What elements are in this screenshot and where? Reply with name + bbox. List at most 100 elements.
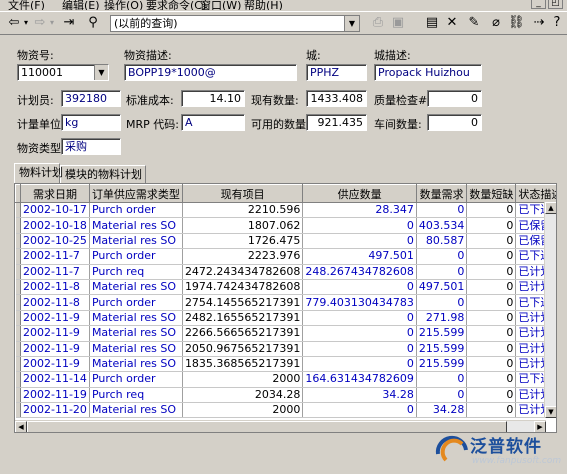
col-header-date[interactable]: 需求日期 [20, 184, 90, 203]
cell-projected[interactable]: 2266.566565217391 [182, 325, 304, 342]
table-row[interactable]: 2002-11-9 Material res SO 2266.56656521739… [15, 325, 556, 342]
cell-demand-qty[interactable]: 215.599 [416, 341, 468, 357]
cell-type[interactable]: Material res SO [89, 233, 183, 250]
col-header-status[interactable]: 状态描述 [515, 184, 556, 203]
cell-projected[interactable]: 1974.742434782608 [182, 279, 304, 296]
table-row[interactable]: 2002-10-25 Material res SO 1726.475 0 80.587… [15, 233, 556, 250]
table-row[interactable]: 2002-11-9 Material res SO 2050.96756521739… [15, 341, 556, 357]
cell-projected[interactable]: 2223.976 [182, 248, 304, 265]
binoculars-icon[interactable]: ⚲ [84, 15, 102, 31]
cell-projected[interactable]: 2050.967565217391 [182, 341, 304, 357]
cell-type[interactable]: Purch order [89, 202, 183, 219]
cell-shortage[interactable]: 0 [466, 341, 517, 357]
cell-shortage[interactable]: 0 [466, 387, 517, 404]
cell-demand-qty[interactable]: 0 [416, 294, 468, 311]
cell-shortage[interactable]: 0 [466, 264, 517, 280]
cell-date[interactable]: 2002-11-9 [20, 356, 90, 373]
table-row[interactable]: 2002-11-7 Purch req 2472.243434782608 248.2… [15, 264, 556, 280]
cell-demand-qty[interactable]: 215.599 [416, 356, 468, 373]
cell-demand-qty[interactable]: 0 [416, 202, 468, 219]
cell-date[interactable]: 2002-11-9 [20, 341, 90, 357]
cell-date[interactable]: 2002-11-7 [20, 264, 90, 280]
print-icon[interactable]: ⎙ [370, 15, 386, 31]
goto-icon[interactable]: ⇥ [62, 15, 76, 31]
cell-supply-qty[interactable]: 0 [302, 402, 417, 419]
cell-supply-qty[interactable]: 248.267434782608 [302, 264, 417, 280]
menu-action[interactable]: 操作(O) [104, 0, 143, 10]
item-type-field[interactable]: 采购 [61, 138, 121, 155]
std-cost-field[interactable]: 14.10 [181, 90, 245, 107]
cell-demand-qty[interactable]: 497.501 [416, 279, 468, 296]
cell-projected[interactable]: 2482.165565217391 [182, 310, 304, 327]
cell-shortage[interactable]: 0 [466, 310, 517, 327]
cell-supply-qty[interactable]: 0 [302, 341, 417, 357]
table-row[interactable]: 2002-11-7 Purch order 2223.976 497.501 0 0 已下达… [15, 248, 556, 265]
uom-field[interactable]: kg [61, 114, 121, 131]
item-no-field[interactable]: 110001 ▼ [17, 64, 109, 81]
cell-supply-qty[interactable]: 0 [302, 217, 417, 234]
cell-supply-qty[interactable]: 0 [302, 279, 417, 296]
cell-date[interactable]: 2002-10-17 [20, 202, 90, 219]
col-header-type[interactable]: 订单供应需求类型 [88, 184, 183, 203]
cell-supply-qty[interactable]: 0 [302, 356, 417, 373]
cell-supply-qty[interactable]: 0 [302, 325, 417, 342]
cell-projected[interactable]: 2034.28 [182, 387, 304, 404]
cell-type[interactable]: Material res SO [89, 217, 183, 234]
scroll-left-icon[interactable]: ◀ [15, 421, 27, 432]
cell-shortage[interactable]: 0 [466, 294, 517, 311]
site-desc-field[interactable]: Propack Huizhou [374, 64, 482, 81]
cell-shortage[interactable]: 0 [466, 233, 517, 250]
cell-projected[interactable]: 1807.062 [182, 217, 304, 234]
link-icon[interactable]: ⛓ [508, 15, 525, 31]
table-row[interactable]: 2002-11-14 Purch order 2000 164.63143478260… [15, 371, 556, 388]
table-row[interactable]: 2002-10-18 Material res SO 1807.062 0 403.53… [15, 217, 556, 234]
qc-field[interactable]: 0 [427, 90, 482, 107]
forward-arrow-icon[interactable]: ⇨ [32, 15, 48, 31]
cell-type[interactable]: Material res SO [89, 402, 183, 419]
site-field[interactable]: PPHZ [306, 64, 367, 81]
cell-type[interactable]: Purch req [89, 264, 183, 280]
clear-icon[interactable]: ⌀ [488, 15, 504, 31]
menu-help[interactable]: 帮助(H) [244, 0, 283, 10]
cell-shortage[interactable]: 0 [466, 217, 517, 234]
back-dropdown-icon[interactable]: ▾ [22, 15, 30, 31]
next-icon[interactable]: ⇢ [532, 15, 546, 31]
cell-demand-qty[interactable]: 34.28 [416, 402, 468, 419]
cell-type[interactable]: Material res SO [89, 310, 183, 327]
cell-demand-qty[interactable]: 271.98 [416, 310, 468, 327]
cell-projected[interactable]: 2210.596 [182, 202, 304, 219]
cell-demand-qty[interactable]: 80.587 [416, 233, 468, 250]
cell-supply-qty[interactable]: 497.501 [302, 248, 417, 265]
cell-supply-qty[interactable]: 34.28 [302, 387, 417, 404]
cell-supply-qty[interactable]: 0 [302, 310, 417, 327]
cell-type[interactable]: Purch order [89, 371, 183, 388]
cell-shortage[interactable]: 0 [466, 325, 517, 342]
cell-type[interactable]: Purch order [89, 248, 183, 265]
cell-shortage[interactable]: 0 [466, 356, 517, 373]
cell-projected[interactable]: 2472.243434782608 [182, 264, 304, 280]
edit-icon[interactable]: ✎ [466, 15, 482, 31]
table-row[interactable]: 2002-11-8 Material res SO 1974.74243478260… [15, 279, 556, 296]
scroll-down-icon[interactable]: ▼ [545, 406, 556, 418]
delete-icon[interactable]: ✕ [444, 15, 460, 31]
cell-date[interactable]: 2002-11-7 [20, 248, 90, 265]
cell-projected[interactable]: 1835.368565217391 [182, 356, 304, 373]
item-desc-field[interactable]: BOPP19*1000@ [124, 64, 297, 81]
cell-shortage[interactable]: 0 [466, 248, 517, 265]
cell-demand-qty[interactable]: 403.534 [416, 217, 468, 234]
cell-date[interactable]: 2002-11-20 [20, 402, 90, 419]
cell-type[interactable]: Material res SO [89, 356, 183, 373]
cell-date[interactable]: 2002-11-14 [20, 371, 90, 388]
table-row[interactable]: 2002-10-17 Purch order 2210.596 28.347 0 0 已下达… [15, 202, 556, 219]
restore-icon[interactable]: ◰ [548, 0, 563, 9]
cell-date[interactable]: 2002-10-25 [20, 233, 90, 250]
cell-type[interactable]: Material res SO [89, 325, 183, 342]
available-field[interactable]: 921.435 [306, 114, 367, 131]
back-arrow-icon[interactable]: ⇦ [6, 15, 22, 31]
cell-demand-qty[interactable]: 0 [416, 264, 468, 280]
cell-shortage[interactable]: 0 [466, 402, 517, 419]
cell-type[interactable]: Material res SO [89, 341, 183, 357]
menu-window[interactable]: 窗口(W) [200, 0, 241, 10]
menu-edit[interactable]: 编辑(E) [62, 0, 100, 10]
mrp-code-field[interactable]: A [181, 114, 245, 131]
